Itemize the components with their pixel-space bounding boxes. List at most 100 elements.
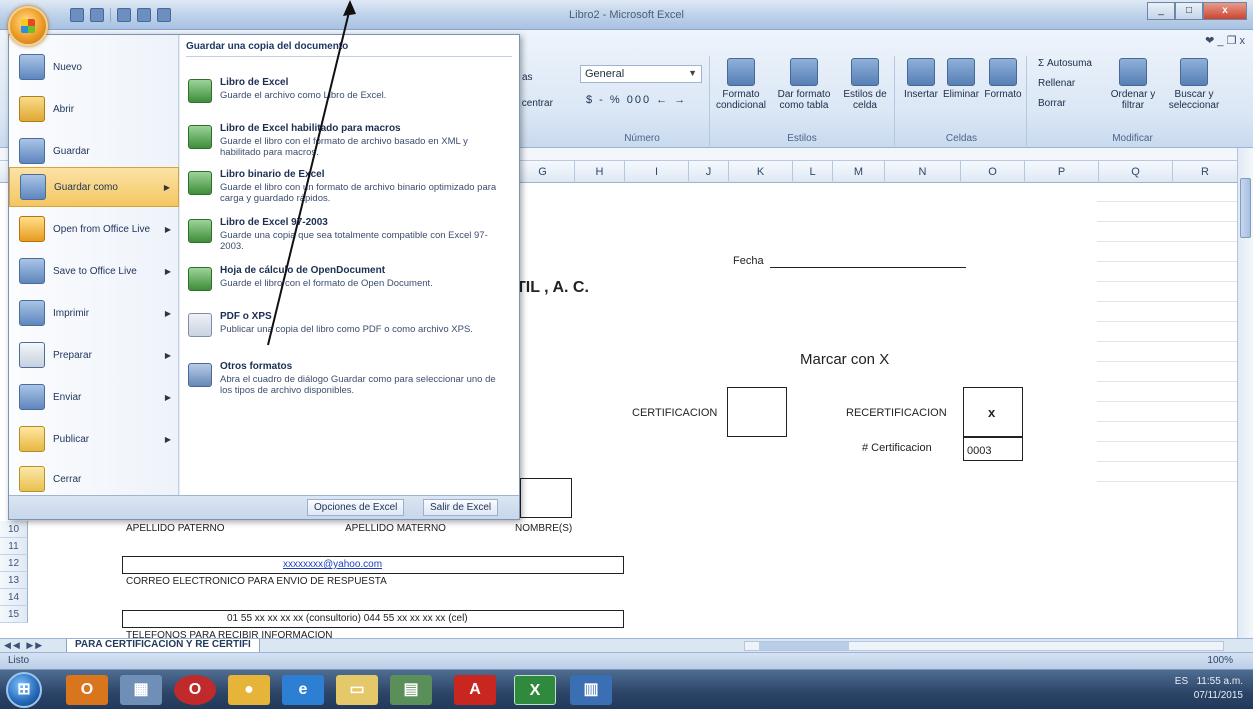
horizontal-scrollbar[interactable] (744, 641, 1224, 651)
media-app-icon[interactable]: ● (228, 675, 270, 705)
menu-item-save-office-live[interactable]: Save to Office Live ▶ (9, 251, 179, 291)
row-header[interactable]: 13 (0, 572, 28, 589)
column-header[interactable]: J (688, 161, 728, 183)
insert-button[interactable]: Insertar (901, 58, 941, 100)
format-button[interactable]: Formato (983, 58, 1023, 100)
office-app-icon[interactable]: O (66, 675, 108, 705)
column-header[interactable]: M (832, 161, 884, 183)
row-header[interactable]: 12 (0, 555, 28, 572)
excel-options-button[interactable]: Opciones de Excel (307, 499, 405, 516)
menu-item-guardar-como[interactable]: Guardar como ▶ (9, 167, 179, 207)
start-button[interactable]: ⊞ (6, 672, 42, 708)
office-live-open-icon (19, 216, 45, 242)
conditional-format-button[interactable]: Formato condicional (714, 58, 768, 111)
email-label: CORREO ELECTRONICO PARA ENVIO DE RESPUES… (126, 576, 387, 587)
column-header[interactable]: O (960, 161, 1024, 183)
save-excel-workbook[interactable]: Libro de Excel Guarde el archivo como Li… (184, 75, 514, 117)
format-as-table-button[interactable]: Dar formato como tabla (774, 58, 834, 111)
column-header[interactable]: P (1024, 161, 1098, 183)
ribbon-window-controls[interactable]: ❤ _ ❐ x (1205, 34, 1245, 47)
phone-box[interactable]: 01 55 xx xx xx xx (consultorio) 044 55 x… (122, 610, 624, 628)
menu-item-abrir[interactable]: Abrir (9, 89, 179, 129)
grid-lines (1097, 183, 1237, 638)
cell-styles-button[interactable]: Estilos de celda (840, 58, 890, 111)
pdf-xps-icon (188, 313, 212, 337)
minimize-button[interactable]: _ (1147, 2, 1175, 20)
button-label: Formato (984, 89, 1022, 100)
menu-item-cerrar[interactable]: Cerrar (9, 459, 179, 499)
email-box[interactable]: xxxxxxxx@yahoo.com (122, 556, 624, 574)
exit-excel-button[interactable]: Salir de Excel (423, 499, 499, 516)
office-button[interactable] (8, 6, 48, 46)
excel-icon[interactable]: X (514, 675, 556, 705)
clear-button[interactable]: Borrar (1038, 98, 1066, 109)
save-other-formats[interactable]: Otros formatos Abra el cuadro de diálogo… (184, 359, 514, 401)
row-header[interactable]: 15 (0, 606, 28, 623)
sheet-tab-bar: ◀◀ ▶▶ PARA CERTIFICACION Y RE CERTIFI (0, 638, 1253, 653)
folder-icon[interactable]: ▭ (336, 675, 378, 705)
menu-item-label: Guardar como (54, 181, 118, 193)
submenu-item-title: Libro binario de Excel (220, 169, 325, 180)
office-live-save-icon (19, 258, 45, 284)
sheet-tab[interactable]: PARA CERTIFICACION Y RE CERTIFI (66, 639, 260, 653)
excel-workbook-icon (188, 79, 212, 103)
row-header[interactable]: 11 (0, 538, 28, 555)
network-app-icon[interactable]: ▦ (120, 675, 162, 705)
close-button[interactable]: x (1203, 2, 1247, 20)
menu-item-guardar[interactable]: Guardar (9, 131, 179, 171)
window-icon[interactable]: ▥ (570, 675, 612, 705)
column-header[interactable]: H (574, 161, 624, 183)
save-opendocument[interactable]: Hoja de cálculo de OpenDocument Guarde e… (184, 263, 514, 305)
autosum-button[interactable]: Σ Autosuma (1038, 58, 1092, 69)
scroll-thumb[interactable] (759, 642, 849, 650)
clock-time[interactable]: 11:55 a.m. (1196, 676, 1243, 687)
row-header[interactable]: 10 (0, 521, 28, 538)
find-select-button[interactable]: Buscar y seleccionar (1164, 58, 1224, 111)
certificacion-number-box[interactable]: 0003 (963, 437, 1023, 461)
opera-icon[interactable]: O (174, 675, 216, 705)
menu-item-publicar[interactable]: Publicar ▶ (9, 419, 179, 459)
save-pdf-xps[interactable]: PDF o XPS Publicar una copia del libro c… (184, 309, 514, 351)
format-cells-icon (989, 58, 1017, 86)
submenu-item-title: Libro de Excel 97-2003 (220, 217, 328, 228)
certificacion-box[interactable] (727, 387, 787, 437)
menu-item-nuevo[interactable]: Nuevo (9, 47, 179, 87)
recertificacion-box[interactable]: x (963, 387, 1023, 437)
fill-button[interactable]: Rellenar (1038, 78, 1075, 89)
vertical-scrollbar[interactable] (1237, 148, 1253, 638)
cell-styles-icon (851, 58, 879, 86)
app-icon[interactable]: ▤ (390, 675, 432, 705)
column-header[interactable]: I (624, 161, 688, 183)
menu-item-imprimir[interactable]: Imprimir ▶ (9, 293, 179, 333)
acrobat-icon[interactable]: A (454, 675, 496, 705)
maximize-button[interactable]: □ (1175, 2, 1203, 20)
column-header[interactable]: Q (1098, 161, 1172, 183)
chevron-right-icon: ▶ (164, 266, 171, 276)
column-header[interactable]: L (792, 161, 832, 183)
save-excel-97-2003[interactable]: Libro de Excel 97-2003 Guarde una copia … (184, 215, 514, 257)
group-modificar: Σ Autosuma Rellenar Borrar Ordenar y fil… (1030, 56, 1235, 146)
save-excel-macro-workbook[interactable]: Libro de Excel habilitado para macros Gu… (184, 121, 514, 163)
zoom-level[interactable]: 100% (1207, 655, 1233, 666)
save-excel-binary-workbook[interactable]: Libro binario de Excel Guarde el libro c… (184, 167, 514, 209)
menu-item-open-office-live[interactable]: Open from Office Live ▶ (9, 209, 179, 249)
language-indicator[interactable]: ES (1175, 676, 1188, 687)
sheet-nav-buttons[interactable]: ◀◀ ▶▶ (4, 640, 44, 651)
group-celdas: Insertar Eliminar Formato Celdas (897, 56, 1027, 146)
scroll-thumb[interactable] (1240, 178, 1251, 238)
delete-button[interactable]: Eliminar (941, 58, 981, 100)
menu-item-enviar[interactable]: Enviar ▶ (9, 377, 179, 417)
system-tray: ES 11:55 a.m. 07/11/2015 (1175, 675, 1243, 703)
column-header[interactable]: K (728, 161, 792, 183)
sort-filter-button[interactable]: Ordenar y filtrar (1108, 58, 1158, 111)
column-header[interactable]: R (1172, 161, 1237, 183)
email-link[interactable]: xxxxxxxx@yahoo.com (283, 559, 382, 570)
nombre-box-fragment[interactable] (520, 478, 572, 518)
apellido-materno-label: APELLIDO MATERNO (345, 523, 446, 534)
internet-explorer-icon[interactable]: e (282, 675, 324, 705)
menu-item-preparar[interactable]: Preparar ▶ (9, 335, 179, 375)
column-header[interactable]: N (884, 161, 960, 183)
row-header[interactable]: 14 (0, 589, 28, 606)
submenu-item-desc: Guarde el libro con el formato de Open D… (220, 278, 433, 289)
clock-date[interactable]: 07/11/2015 (1194, 690, 1243, 701)
